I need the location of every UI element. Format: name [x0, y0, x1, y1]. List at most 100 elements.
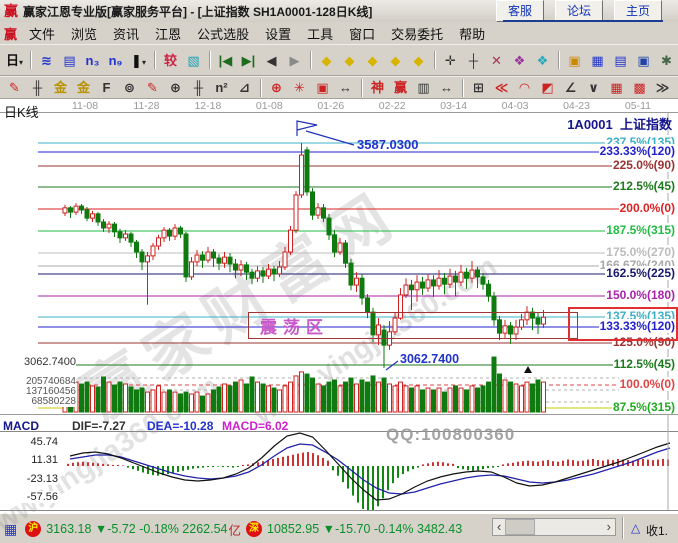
ying-tool-icon[interactable]: 赢: [390, 78, 411, 97]
n2-icon[interactable]: n²: [211, 78, 232, 97]
scroll-right-arrow[interactable]: ›: [603, 520, 615, 534]
next-page-icon[interactable]: ▶: [284, 51, 305, 70]
macd-hist-bar: [517, 462, 519, 466]
menu-item-file-menu[interactable]: 文件: [21, 23, 63, 44]
menu-item-browse-menu[interactable]: 浏览: [63, 23, 105, 44]
full-view-icon[interactable]: ◆: [408, 51, 429, 70]
macd-hist-bar: [312, 453, 314, 466]
target-icon[interactable]: ⊕: [266, 78, 287, 97]
menu-item-help-menu[interactable]: 帮助: [451, 23, 493, 44]
info-panel-icon[interactable]: ▤: [59, 51, 80, 70]
volume-bar: [465, 390, 469, 412]
arc-box-icon[interactable]: ◠: [514, 78, 535, 97]
scrollbar-thumb[interactable]: [505, 519, 535, 535]
kline-9-icon[interactable]: n₉: [105, 51, 126, 70]
shanghai-market-icon[interactable]: 沪: [25, 521, 41, 537]
first-page-icon[interactable]: |◀: [215, 51, 236, 70]
scroll-left-arrow[interactable]: ‹: [493, 520, 505, 534]
menu-item-window-menu[interactable]: 窗口: [341, 23, 383, 44]
home-button[interactable]: 主页: [614, 0, 662, 22]
gann-grid-icon[interactable]: ╫: [27, 78, 48, 97]
volume-bar: [168, 390, 172, 412]
gold-ratio-icon[interactable]: 金: [50, 78, 71, 97]
prev-page-icon[interactable]: ◀: [261, 51, 282, 70]
macd-hist-bar: [467, 466, 469, 470]
cross-cursor-icon[interactable]: ┼: [463, 51, 484, 70]
horizontal-scrollbar[interactable]: ‹ ›: [492, 518, 616, 536]
angle-flag-icon[interactable]: ⊿: [234, 78, 255, 97]
ratio-lines-icon[interactable]: ╫: [188, 78, 209, 97]
slant-lines-icon[interactable]: ≫: [652, 78, 673, 97]
fibo-icon[interactable]: F: [96, 78, 117, 97]
macd-hist-bar: [387, 466, 389, 490]
shift-left-icon[interactable]: ◆: [316, 51, 337, 70]
candle-style-button[interactable]: ❚▾: [128, 51, 149, 70]
draw-pen-icon[interactable]: ✎: [4, 78, 25, 97]
vee-lines-icon[interactable]: ∨: [583, 78, 604, 97]
red-grid-icon[interactable]: ▦: [606, 78, 627, 97]
ruler-icon[interactable]: ▥: [413, 78, 434, 97]
save-icon[interactable]: ▣: [633, 51, 654, 70]
menu-item-tools-menu[interactable]: 工具: [299, 23, 341, 44]
brain-tool-icon[interactable]: ❖: [532, 51, 553, 70]
notes-icon[interactable]: ▤: [610, 51, 631, 70]
shen-tool-icon[interactable]: 神: [367, 78, 388, 97]
shift-right-icon[interactable]: ◆: [339, 51, 360, 70]
macd-hist-bar: [347, 466, 349, 489]
compare-icon[interactable]: 较: [160, 51, 181, 70]
erase-tool-icon[interactable]: ✕: [486, 51, 507, 70]
macd-hist-bar: [287, 456, 289, 466]
macd-hist-bar: [117, 465, 119, 466]
macd-hist-bar: [232, 466, 234, 468]
period-day-button[interactable]: 日▾: [4, 51, 25, 70]
customer-service-button[interactable]: 客服: [496, 0, 544, 22]
self-select-icon[interactable]: ≋: [36, 51, 57, 70]
macd-hist-bar: [82, 462, 84, 466]
frame-icon[interactable]: ⊞: [468, 78, 489, 97]
volume-bar: [437, 388, 441, 412]
fan-lines-icon[interactable]: ≪: [491, 78, 512, 97]
width-measure-icon[interactable]: ↔: [335, 78, 356, 97]
shenzhen-market-icon[interactable]: 深: [246, 521, 262, 537]
macd-hist-bar: [192, 466, 194, 469]
settings-icon[interactable]: ✱: [656, 51, 677, 70]
star-burst-icon[interactable]: ✳: [289, 78, 310, 97]
menu-item-news-menu[interactable]: 资讯: [105, 23, 147, 44]
menu-item-gann-menu[interactable]: 江恩: [147, 23, 189, 44]
square-grid-icon[interactable]: ▣: [312, 78, 333, 97]
forum-button[interactable]: 论坛: [555, 0, 603, 22]
calendar-icon[interactable]: ▦: [4, 521, 17, 538]
color-trend-icon[interactable]: ▧: [183, 51, 204, 70]
angle-lines-icon[interactable]: ∠: [560, 78, 581, 97]
chart-area[interactable]: 赢家财富网 www.yingjia360.com www.yingjia360.…: [0, 99, 678, 513]
kline-3-icon[interactable]: n₃: [82, 51, 103, 70]
draw-pen2-icon[interactable]: ✎: [142, 78, 163, 97]
last-page-icon[interactable]: ▶|: [238, 51, 259, 70]
expand-icon[interactable]: ◆: [385, 51, 406, 70]
menu-logo-icon: 赢: [4, 24, 17, 43]
calculator-icon[interactable]: ▦: [587, 51, 608, 70]
macd-indicator-label[interactable]: MACD: [3, 419, 39, 433]
span-measure-icon[interactable]: ↔: [436, 78, 457, 97]
red-grid2-icon[interactable]: ▩: [629, 78, 650, 97]
macd-hist-bar: [437, 462, 439, 466]
compress-icon[interactable]: ◆: [362, 51, 383, 70]
candle-body: [289, 230, 293, 252]
macd-hist-bar: [227, 466, 229, 467]
gold-section-icon[interactable]: 金: [73, 78, 94, 97]
volume-bar: [206, 394, 210, 412]
macd-hist-bar: [442, 462, 444, 466]
menu-item-formula-pick-menu[interactable]: 公式选股: [189, 23, 257, 44]
ray-box-icon[interactable]: ◩: [537, 78, 558, 97]
macd-hist-bar: [107, 464, 109, 466]
spiral-icon[interactable]: ⊚: [119, 78, 140, 97]
menu-item-settings-menu[interactable]: 设置: [257, 23, 299, 44]
hand-tool-icon[interactable]: ✛: [440, 51, 461, 70]
menu-item-trade-order-menu[interactable]: 交易委托: [383, 23, 451, 44]
flower-tool-icon[interactable]: ❖: [509, 51, 530, 70]
macd-hist-bar: [257, 462, 259, 466]
gann-wheel-icon[interactable]: ⊕: [165, 78, 186, 97]
calendar-21-icon[interactable]: ▣: [564, 51, 585, 70]
candle-body: [184, 234, 188, 277]
volume-bar: [239, 380, 243, 412]
